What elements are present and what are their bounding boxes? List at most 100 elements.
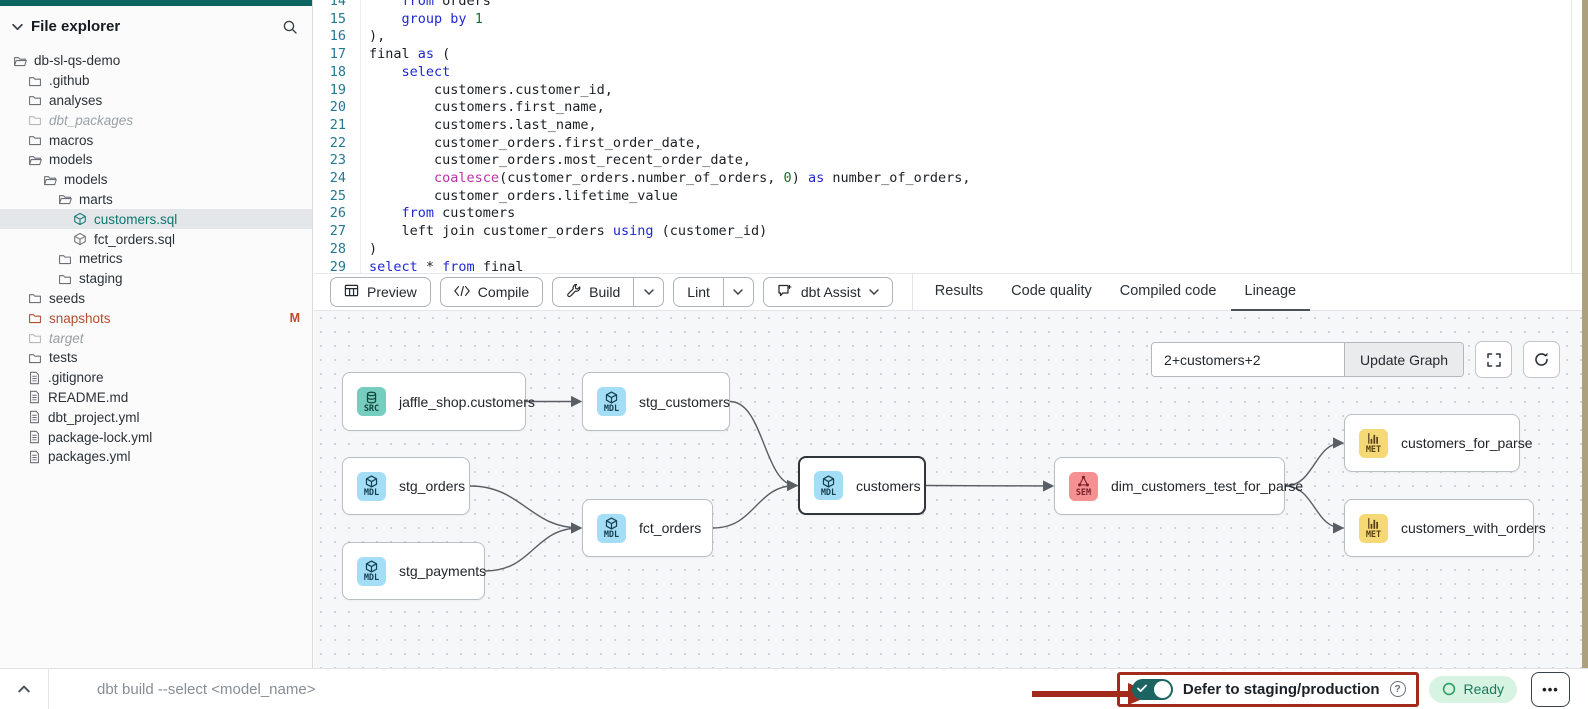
folder-icon xyxy=(28,331,42,345)
lineage-node-customers_for_parse[interactable]: METcustomers_for_parse xyxy=(1344,414,1520,472)
code-line[interactable]: 27 left join customer_orders using (cust… xyxy=(314,223,1582,241)
tree-item-snapshots[interactable]: snapshots M xyxy=(0,308,312,328)
code-line[interactable]: 21 customers.last_name, xyxy=(314,117,1582,135)
command-input[interactable]: dbt build --select <model_name> xyxy=(49,681,1117,698)
tree-item-db-sl-qs-demo[interactable]: db-sl-qs-demo xyxy=(0,51,312,71)
build-dropdown-chevron[interactable] xyxy=(634,277,664,307)
edge-fct_orders-to-customers xyxy=(713,486,796,529)
node-label: stg_customers xyxy=(639,394,730,410)
code-line[interactable]: 28) xyxy=(314,241,1582,259)
lineage-panel: SRCjaffle_shop.customersMDLstg_customers… xyxy=(314,311,1582,668)
code-line[interactable]: 29select * from final xyxy=(314,259,1582,273)
code-line[interactable]: 18 select xyxy=(314,64,1582,82)
tree-item-models[interactable]: models xyxy=(0,150,312,170)
table-icon xyxy=(344,283,359,301)
dbt-cloud-ide: File explorer db-sl-qs-demo.githubanalys… xyxy=(0,0,1588,709)
tree-item-label: seeds xyxy=(49,291,85,306)
lineage-node-dim_customers_test_for_parse[interactable]: SEMdim_customers_test_for_parse xyxy=(1054,457,1285,515)
code-line[interactable]: 25 customer_orders.lifetime_value xyxy=(314,188,1582,206)
tree-item-analyses[interactable]: analyses xyxy=(0,91,312,111)
lint-button[interactable]: Lint xyxy=(673,277,724,307)
tree-item-packages-yml[interactable]: packages.yml xyxy=(0,447,312,467)
tree-item--gitignore[interactable]: .gitignore xyxy=(0,368,312,388)
tree-item-target[interactable]: target xyxy=(0,328,312,348)
tree-item-seeds[interactable]: seeds xyxy=(0,289,312,309)
node-label: fct_orders xyxy=(639,520,701,536)
toggle-knob xyxy=(1154,681,1171,698)
lint-dropdown-chevron[interactable] xyxy=(724,277,754,307)
code-text: ) xyxy=(360,241,377,259)
defer-toggle[interactable] xyxy=(1132,679,1173,700)
code-text: from orders xyxy=(360,0,491,11)
tree-item-tests[interactable]: tests xyxy=(0,348,312,368)
code-text: from customers xyxy=(360,205,515,223)
code-line[interactable]: 26 from customers xyxy=(314,205,1582,223)
search-icon[interactable] xyxy=(282,19,298,35)
tree-item-fct-orders-sql[interactable]: fct_orders.sql xyxy=(0,229,312,249)
tree-item-marts[interactable]: marts xyxy=(0,190,312,210)
lineage-node-stg_payments[interactable]: MDLstg_payments xyxy=(342,542,485,600)
tree-item-label: marts xyxy=(79,192,113,207)
lineage-node-customers[interactable]: MDLcustomers xyxy=(798,456,926,515)
compile-button[interactable]: Compile xyxy=(440,277,543,307)
code-line[interactable]: 17final as ( xyxy=(314,46,1582,64)
code-line[interactable]: 20 customers.first_name, xyxy=(314,99,1582,117)
line-number: 26 xyxy=(314,205,360,223)
tree-item-package-lock-yml[interactable]: package-lock.yml xyxy=(0,427,312,447)
tab-lineage[interactable]: Lineage xyxy=(1231,273,1311,311)
lineage-node-fct_orders[interactable]: MDL fct_orders xyxy=(582,499,713,557)
modified-badge: M xyxy=(290,311,300,325)
tree-item-dbt-packages[interactable]: dbt_packages xyxy=(0,110,312,130)
code-line[interactable]: 14 from orders xyxy=(314,0,1582,11)
tree-item-dbt-project-yml[interactable]: dbt_project.yml xyxy=(0,407,312,427)
tree-item-staging[interactable]: staging xyxy=(0,269,312,289)
folder-icon xyxy=(28,74,42,88)
tree-item-macros[interactable]: macros xyxy=(0,130,312,150)
tree-item-metrics[interactable]: metrics xyxy=(0,249,312,269)
refresh-icon[interactable] xyxy=(1523,341,1560,378)
code-text: left join customer_orders using (custome… xyxy=(360,223,767,241)
tree-item-label: README.md xyxy=(48,390,128,405)
lineage-node-customers_with_orders[interactable]: METcustomers_with_orders xyxy=(1344,499,1534,557)
lineage-node-stg_orders[interactable]: MDLstg_orders xyxy=(342,457,470,515)
editor-toolbar: Preview Compile Build Lint xyxy=(314,273,1582,311)
code-editor[interactable]: 14 from orders15 group by 116),17final a… xyxy=(314,0,1582,273)
tab-compiled-code[interactable]: Compiled code xyxy=(1106,273,1231,311)
code-line[interactable]: 22 customer_orders.first_order_date, xyxy=(314,135,1582,153)
folder-icon xyxy=(28,133,42,147)
code-text: group by 1 xyxy=(360,11,483,29)
node-label: customers_with_orders xyxy=(1401,520,1546,536)
code-line[interactable]: 16), xyxy=(314,28,1582,46)
line-number: 23 xyxy=(314,152,360,170)
help-icon[interactable]: ? xyxy=(1390,681,1406,697)
update-graph-button[interactable]: Update Graph xyxy=(1344,343,1463,376)
chevron-up-icon[interactable] xyxy=(0,685,48,693)
lineage-selector-input[interactable] xyxy=(1152,343,1344,376)
mdl-badge-icon: MDL xyxy=(597,514,626,543)
code-text: customers.last_name, xyxy=(360,117,597,135)
tree-item--github[interactable]: .github xyxy=(0,71,312,91)
tree-item-readme-md[interactable]: README.md xyxy=(0,388,312,408)
code-line[interactable]: 24 coalesce(customer_orders.number_of_or… xyxy=(314,170,1582,188)
lineage-node-stg_customers[interactable]: MDLstg_customers xyxy=(582,372,730,431)
preview-button[interactable]: Preview xyxy=(330,277,431,307)
fullscreen-icon[interactable] xyxy=(1475,341,1512,378)
build-button[interactable]: Build xyxy=(552,277,634,307)
more-options-button[interactable]: ••• xyxy=(1531,672,1570,707)
tree-item-label: snapshots xyxy=(49,311,111,326)
tree-item-customers-sql[interactable]: customers.sql xyxy=(0,209,312,229)
tree-item-label: macros xyxy=(49,133,93,148)
edge-stg_customers-to-customers xyxy=(730,402,796,486)
line-number: 20 xyxy=(314,99,360,117)
editor-scrollbar[interactable] xyxy=(1571,0,1572,273)
chevron-down-icon[interactable] xyxy=(12,23,23,31)
code-line[interactable]: 23 customer_orders.most_recent_order_dat… xyxy=(314,152,1582,170)
tree-item-models[interactable]: models xyxy=(0,170,312,190)
dbt-assist-button[interactable]: dbt Assist xyxy=(763,277,893,307)
tab-results[interactable]: Results xyxy=(921,273,997,311)
lineage-node-jaffle_shop_customers[interactable]: SRCjaffle_shop.customers xyxy=(342,372,526,431)
tab-code-quality[interactable]: Code quality xyxy=(997,273,1106,311)
lineage-controls: Update Graph xyxy=(1151,341,1560,378)
code-line[interactable]: 15 group by 1 xyxy=(314,11,1582,29)
code-line[interactable]: 19 customers.customer_id, xyxy=(314,82,1582,100)
